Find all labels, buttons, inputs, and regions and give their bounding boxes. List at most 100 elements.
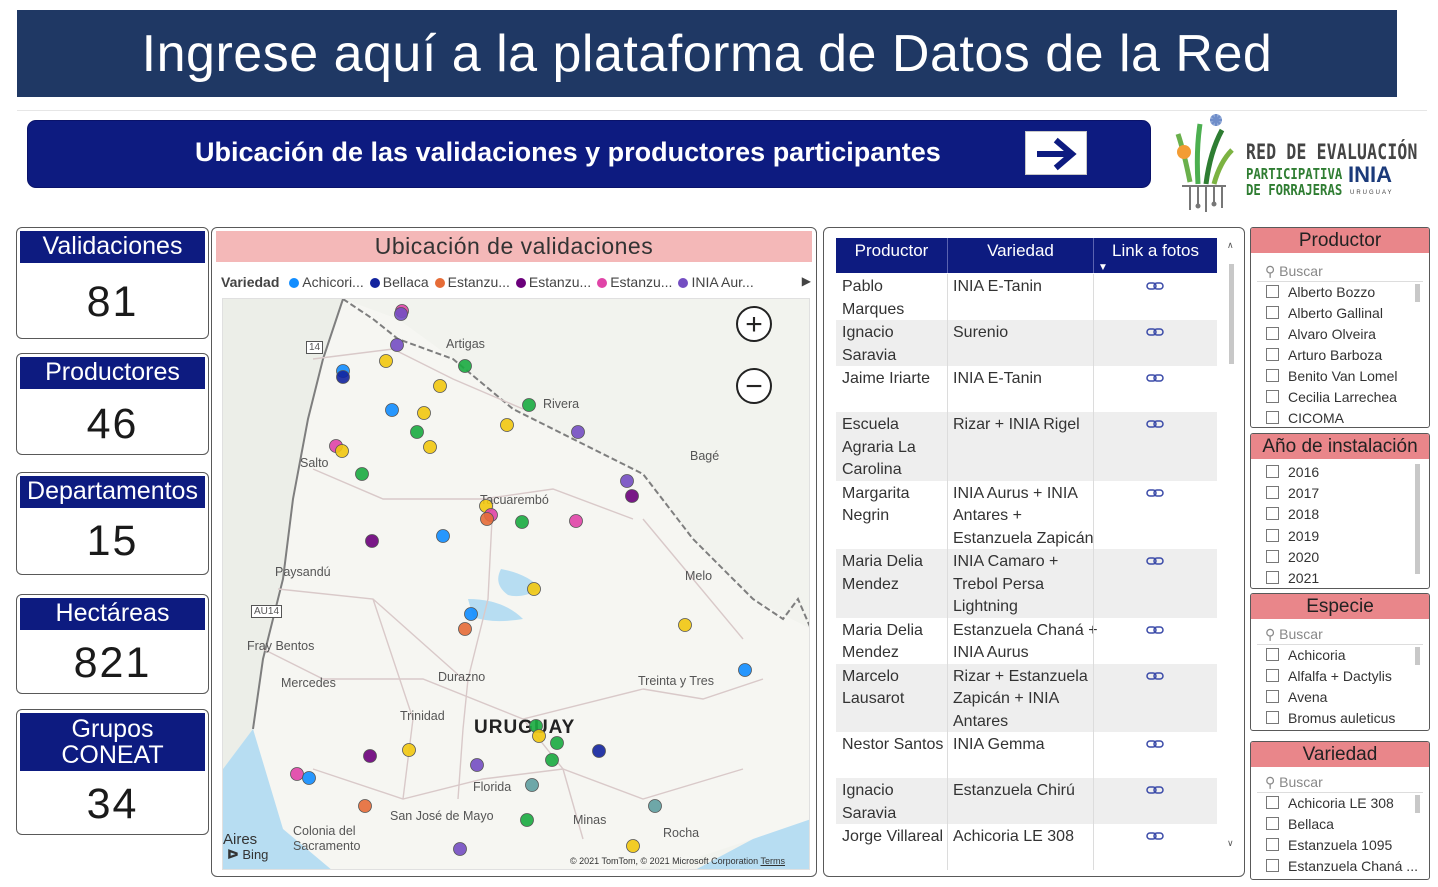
slicer-option[interactable]: Avena bbox=[1266, 689, 1327, 705]
validation-marker[interactable] bbox=[410, 425, 424, 439]
validation-marker[interactable] bbox=[545, 753, 559, 767]
photo-link-icon[interactable] bbox=[1146, 552, 1164, 575]
slicer-option[interactable]: CICOMA bbox=[1266, 410, 1344, 426]
map-canvas[interactable]: 14 AU14 Artigas Rivera Salto Bagé Tacuar… bbox=[222, 298, 810, 870]
table-row[interactable]: Maria Delia Mendez Estanzuela Chaná + INI… bbox=[836, 617, 1217, 664]
arrow-right-icon[interactable] bbox=[1025, 131, 1087, 175]
checkbox[interactable] bbox=[1266, 390, 1279, 403]
table-row[interactable]: Ignacio Saravia Surenio bbox=[836, 320, 1217, 366]
checkbox[interactable] bbox=[1266, 486, 1279, 500]
table-row[interactable]: Pablo Marques INIA E-Tanin bbox=[836, 274, 1217, 320]
validation-marker[interactable] bbox=[522, 398, 536, 412]
photo-link-icon[interactable] bbox=[1146, 735, 1164, 758]
validation-marker[interactable] bbox=[738, 663, 752, 677]
validation-marker[interactable] bbox=[390, 338, 404, 352]
checkbox[interactable] bbox=[1266, 465, 1279, 478]
column-header-variedad[interactable]: Variedad bbox=[948, 238, 1094, 273]
legend-item[interactable]: Estanzu... bbox=[597, 274, 672, 290]
slicer-option[interactable]: Achicoria bbox=[1266, 647, 1346, 663]
slicer-option[interactable]: Achicoria LE 308 bbox=[1266, 795, 1394, 811]
table-row[interactable]: Margarita Negrin INIA Aurus + INIA Antare… bbox=[836, 480, 1217, 549]
photo-link-icon[interactable] bbox=[1146, 484, 1164, 507]
checkbox[interactable] bbox=[1266, 796, 1279, 809]
legend-item[interactable]: INIA Aur... bbox=[678, 274, 754, 290]
platform-link-banner[interactable]: Ingrese aquí a la plataforma de Datos de… bbox=[17, 10, 1397, 97]
slicer-search[interactable]: ⚲ Buscar bbox=[1265, 626, 1323, 643]
validation-marker[interactable] bbox=[394, 307, 408, 321]
validation-marker[interactable] bbox=[648, 799, 662, 813]
slicer-option[interactable]: 2020 bbox=[1266, 549, 1319, 565]
validation-marker[interactable] bbox=[335, 444, 349, 458]
slicer-option[interactable]: Benito Van Lomel bbox=[1266, 368, 1397, 384]
slicer-option[interactable]: 2019 bbox=[1266, 528, 1319, 544]
checkbox[interactable] bbox=[1266, 859, 1279, 872]
slicer-search[interactable]: ⚲ Buscar bbox=[1265, 774, 1323, 791]
photo-link-icon[interactable] bbox=[1146, 277, 1164, 300]
table-row[interactable]: Escuela Agraria La Carolina Rizar + INIA … bbox=[836, 412, 1217, 481]
checkbox[interactable] bbox=[1266, 285, 1279, 298]
photo-link-icon[interactable] bbox=[1146, 827, 1164, 850]
slicer-search[interactable]: ⚲ Buscar bbox=[1265, 263, 1323, 280]
checkbox[interactable] bbox=[1266, 669, 1279, 682]
validation-marker[interactable] bbox=[532, 729, 546, 743]
column-header-productor[interactable]: Productor bbox=[836, 238, 948, 273]
validation-marker[interactable] bbox=[355, 467, 369, 481]
validation-marker[interactable] bbox=[379, 354, 393, 368]
validation-marker[interactable] bbox=[458, 622, 472, 636]
validation-marker[interactable] bbox=[571, 425, 585, 439]
checkbox[interactable] bbox=[1266, 648, 1279, 661]
validation-marker[interactable] bbox=[626, 839, 640, 853]
legend-next-icon[interactable]: ▶ bbox=[802, 274, 811, 288]
terms-link[interactable]: Terms bbox=[761, 856, 786, 866]
checkbox[interactable] bbox=[1266, 711, 1279, 724]
checkbox[interactable] bbox=[1266, 549, 1279, 563]
slicer-option[interactable]: Cecilia Larrechea bbox=[1266, 389, 1397, 405]
validation-marker[interactable] bbox=[470, 758, 484, 772]
table-row[interactable]: Maria Delia Mendez INIA Camaro + Trebol P… bbox=[836, 549, 1217, 618]
validation-marker[interactable] bbox=[365, 534, 379, 548]
legend-item[interactable]: Bellaca bbox=[369, 274, 429, 290]
photo-link-icon[interactable] bbox=[1146, 369, 1164, 392]
slicer-option[interactable]: 2016 bbox=[1266, 464, 1319, 480]
legend-item[interactable]: Achicori... bbox=[289, 274, 364, 290]
checkbox[interactable] bbox=[1266, 369, 1279, 382]
checkbox[interactable] bbox=[1266, 838, 1279, 851]
slicer-option[interactable]: Alvaro Olveira bbox=[1266, 326, 1376, 342]
legend-item[interactable]: Estanzu... bbox=[515, 274, 591, 290]
validation-marker[interactable] bbox=[336, 370, 350, 384]
photo-link-icon[interactable] bbox=[1146, 781, 1164, 804]
validation-marker[interactable] bbox=[515, 515, 529, 529]
checkbox[interactable] bbox=[1266, 348, 1279, 361]
checkbox[interactable] bbox=[1266, 571, 1279, 584]
slicer-scrollbar[interactable] bbox=[1415, 647, 1420, 665]
photo-link-icon[interactable] bbox=[1146, 415, 1164, 438]
checkbox[interactable] bbox=[1266, 306, 1279, 319]
checkbox[interactable] bbox=[1266, 507, 1279, 521]
slicer-option[interactable]: Estanzuela 1095 bbox=[1266, 837, 1392, 853]
validation-marker[interactable] bbox=[480, 512, 494, 526]
validation-marker[interactable] bbox=[363, 749, 377, 763]
photo-link-icon[interactable] bbox=[1146, 667, 1164, 690]
slicer-option[interactable]: 2017 bbox=[1266, 485, 1319, 501]
checkbox[interactable] bbox=[1266, 690, 1279, 703]
validation-marker[interactable] bbox=[464, 607, 478, 621]
validation-marker[interactable] bbox=[433, 379, 447, 393]
validation-marker[interactable] bbox=[458, 359, 472, 373]
photo-link-icon[interactable] bbox=[1146, 323, 1164, 346]
slicer-option[interactable]: Alfalfa + Dactylis bbox=[1266, 668, 1392, 684]
photo-link-icon[interactable] bbox=[1146, 621, 1164, 644]
slicer-scrollbar[interactable] bbox=[1415, 464, 1420, 574]
slicer-option[interactable]: 2018 bbox=[1266, 506, 1319, 522]
checkbox[interactable] bbox=[1266, 411, 1279, 424]
table-row[interactable]: Ignacio Saravia Estanzuela Chirú bbox=[836, 778, 1217, 824]
slicer-option[interactable]: Estanzuela Chaná ... bbox=[1266, 858, 1418, 874]
validation-marker[interactable] bbox=[500, 418, 514, 432]
validation-marker[interactable] bbox=[385, 403, 399, 417]
table-row[interactable]: Marcelo Lausarot Rizar + Estanzuela Zapic… bbox=[836, 663, 1217, 732]
checkbox[interactable] bbox=[1266, 817, 1279, 830]
locations-page-button[interactable]: Ubicación de las validaciones y producto… bbox=[27, 120, 1151, 188]
scroll-up-icon[interactable]: ∧ bbox=[1227, 240, 1234, 251]
validation-marker[interactable] bbox=[527, 582, 541, 596]
validation-marker[interactable] bbox=[290, 767, 304, 781]
validation-marker[interactable] bbox=[402, 743, 416, 757]
